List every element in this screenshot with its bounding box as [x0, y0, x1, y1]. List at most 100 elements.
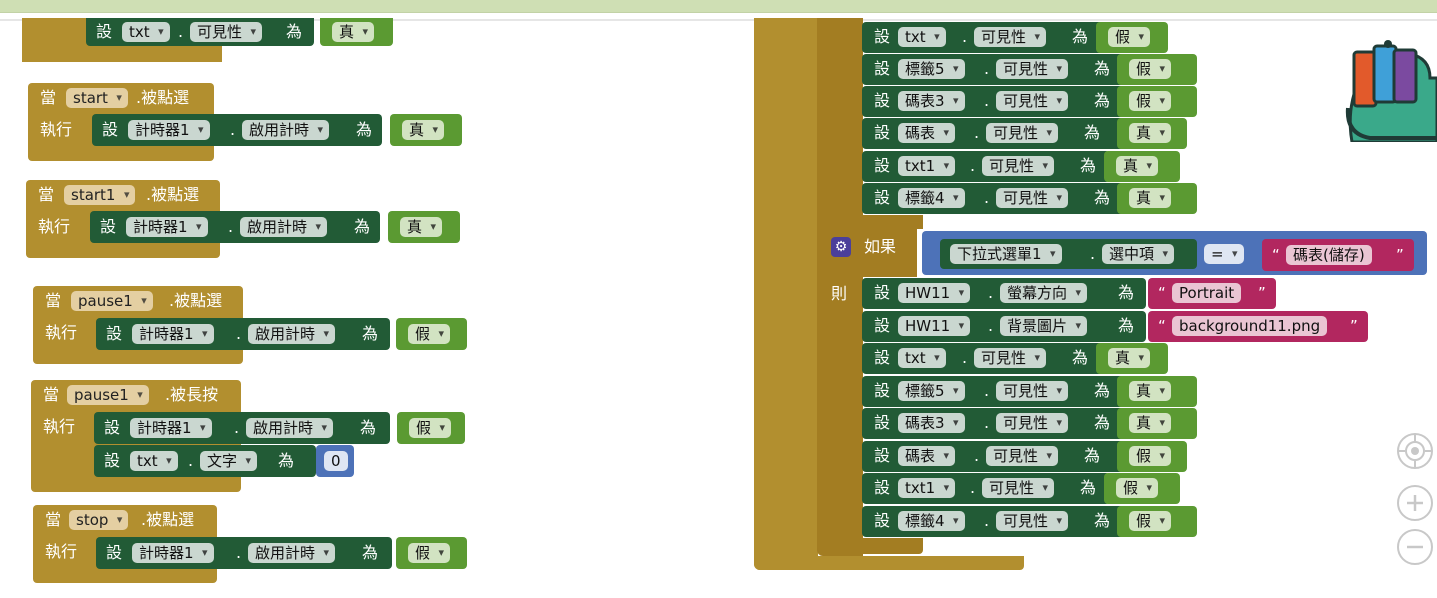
- boolean-dropdown[interactable]: 真: [402, 120, 445, 140]
- component-dropdown[interactable]: txt: [122, 22, 170, 42]
- component-dropdown[interactable]: 標籤5: [898, 59, 965, 79]
- property-dropdown[interactable]: 可見性: [996, 511, 1069, 531]
- operator-dropdown[interactable]: =: [1204, 244, 1244, 264]
- setter-block-label5-visible[interactable]: 設標籤5. 可見性 為: [862, 376, 1124, 407]
- component-dropdown[interactable]: 標籤5: [898, 381, 965, 401]
- setter-block-hw11-orientation[interactable]: 設 HW11. 螢幕方向 為: [862, 278, 1146, 309]
- boolean-block[interactable]: 真: [1096, 343, 1168, 374]
- component-dropdown[interactable]: 計時器1: [130, 418, 212, 438]
- boolean-dropdown[interactable]: 真: [332, 22, 375, 42]
- setter-block-stopwatch3-visible[interactable]: 設碼表3. 可見性 為: [862, 86, 1124, 117]
- property-dropdown[interactable]: 可見性: [996, 381, 1069, 401]
- boolean-block[interactable]: 真: [388, 211, 460, 243]
- crosshair-icon[interactable]: [1397, 433, 1433, 469]
- boolean-dropdown[interactable]: 假: [408, 543, 451, 563]
- set-timer-enabled-block[interactable]: 設 計時器1 . 啟用計時 為: [94, 412, 390, 444]
- property-dropdown[interactable]: 文字: [200, 451, 258, 471]
- event-component-dropdown[interactable]: stop: [69, 510, 129, 530]
- boolean-block[interactable]: 假: [1117, 506, 1197, 537]
- boolean-dropdown[interactable]: 真: [1129, 188, 1172, 208]
- plus-icon[interactable]: [1397, 485, 1433, 521]
- setter-block-txt1-visible[interactable]: 設 txt1. 可見性 為: [862, 473, 1110, 504]
- event-component-dropdown[interactable]: pause1: [67, 385, 149, 405]
- property-dropdown[interactable]: 可見性: [982, 156, 1055, 176]
- boolean-block[interactable]: 假: [1117, 441, 1187, 472]
- component-dropdown[interactable]: 計時器1: [128, 120, 210, 140]
- text-literal-block[interactable]: “ 碼表(儲存) ”: [1262, 239, 1414, 271]
- boolean-block[interactable]: 假: [396, 318, 467, 350]
- setter-block-label5-visible[interactable]: 設標籤5. 可見性 為: [862, 54, 1124, 85]
- component-dropdown[interactable]: 標籤4: [898, 188, 965, 208]
- boolean-block[interactable]: 假: [396, 537, 467, 569]
- setter-block-txt-visible[interactable]: 設 txt. 可見性 為: [862, 22, 1104, 53]
- property-dropdown[interactable]: 可見性: [974, 348, 1047, 368]
- component-dropdown[interactable]: 碼表: [898, 446, 956, 466]
- number-block[interactable]: 0: [316, 445, 354, 477]
- boolean-block[interactable]: 真: [390, 114, 462, 146]
- setter-block-txt1-visible[interactable]: 設 txt1. 可見性 為: [862, 151, 1110, 182]
- property-dropdown[interactable]: 可見性: [982, 478, 1055, 498]
- component-dropdown[interactable]: txt1: [898, 156, 956, 176]
- property-dropdown[interactable]: 啟用計時: [240, 217, 328, 237]
- property-dropdown[interactable]: 可見性: [974, 27, 1047, 47]
- property-dropdown[interactable]: 可見性: [986, 446, 1059, 466]
- component-dropdown[interactable]: txt: [898, 348, 946, 368]
- property-dropdown[interactable]: 啟用計時: [248, 324, 336, 344]
- set-timer-enabled-block[interactable]: 設 計時器1 . 啟用計時 為: [90, 211, 380, 243]
- component-dropdown[interactable]: HW11: [898, 316, 971, 336]
- event-component-dropdown[interactable]: pause1: [71, 291, 153, 311]
- boolean-dropdown[interactable]: 真: [1129, 381, 1172, 401]
- text-value[interactable]: Portrait: [1172, 283, 1242, 303]
- boolean-dropdown[interactable]: 真: [1108, 348, 1151, 368]
- property-dropdown[interactable]: 可見性: [996, 413, 1069, 433]
- boolean-block[interactable]: 假: [1117, 54, 1197, 85]
- boolean-dropdown[interactable]: 真: [1129, 413, 1172, 433]
- boolean-block[interactable]: 假: [1096, 22, 1168, 53]
- boolean-block[interactable]: 假: [1104, 473, 1180, 504]
- property-dropdown[interactable]: 可見性: [996, 59, 1069, 79]
- text-literal-block[interactable]: “ Portrait ”: [1148, 278, 1276, 309]
- event-component-dropdown[interactable]: start1: [64, 185, 136, 205]
- component-dropdown[interactable]: 碼表3: [898, 91, 965, 111]
- boolean-block[interactable]: 真: [1117, 376, 1197, 407]
- text-literal-block[interactable]: “ background11.png ”: [1148, 311, 1368, 342]
- property-dropdown[interactable]: 螢幕方向: [1000, 283, 1088, 303]
- boolean-block[interactable]: 真: [1117, 183, 1197, 214]
- setter-block-label4-visible[interactable]: 設標籤4. 可見性 為: [862, 506, 1124, 537]
- setter-block-txt-visible[interactable]: 設 txt. 可見性 為: [862, 343, 1104, 374]
- set-timer-enabled-block[interactable]: 設 計時器1 . 啟用計時 為: [96, 318, 390, 350]
- dropdown-selection-getter[interactable]: 下拉式選單1 . 選中項: [940, 239, 1197, 269]
- boolean-block[interactable]: 真: [1104, 151, 1180, 182]
- number-value[interactable]: 0: [324, 451, 348, 471]
- setter-block-hw11-bg_image[interactable]: 設 HW11. 背景圖片 為: [862, 311, 1146, 342]
- boolean-block[interactable]: 真: [1117, 408, 1197, 439]
- property-dropdown[interactable]: 啟用計時: [242, 120, 330, 140]
- component-dropdown[interactable]: txt: [130, 451, 178, 471]
- setter-block-stopwatch3-visible[interactable]: 設碼表3. 可見性 為: [862, 408, 1124, 439]
- property-dropdown[interactable]: 背景圖片: [1000, 316, 1088, 336]
- setter-block[interactable]: 設 txt . 可見性 為: [86, 18, 314, 46]
- boolean-dropdown[interactable]: 真: [400, 217, 443, 237]
- set-timer-enabled-block[interactable]: 設 計時器1 . 啟用計時 為: [92, 114, 382, 146]
- boolean-dropdown[interactable]: 假: [1129, 446, 1172, 466]
- component-dropdown[interactable]: 計時器1: [132, 324, 214, 344]
- component-dropdown[interactable]: txt1: [898, 478, 956, 498]
- boolean-dropdown[interactable]: 真: [1129, 123, 1172, 143]
- setter-block-stopwatch-visible[interactable]: 設碼表. 可見性 為: [862, 441, 1124, 472]
- boolean-block[interactable]: 真: [1117, 118, 1187, 149]
- boolean-block[interactable]: 真: [320, 18, 393, 46]
- component-dropdown[interactable]: 計時器1: [132, 543, 214, 563]
- setter-block-label4-visible[interactable]: 設標籤4. 可見性 為: [862, 183, 1124, 214]
- property-dropdown[interactable]: 啟用計時: [246, 418, 334, 438]
- boolean-dropdown[interactable]: 假: [1108, 27, 1151, 47]
- boolean-dropdown[interactable]: 假: [1129, 511, 1172, 531]
- component-dropdown[interactable]: 下拉式選單1: [950, 244, 1062, 264]
- boolean-dropdown[interactable]: 假: [1129, 91, 1172, 111]
- property-dropdown[interactable]: 啟用計時: [248, 543, 336, 563]
- boolean-dropdown[interactable]: 假: [409, 418, 452, 438]
- component-dropdown[interactable]: 碼表: [898, 123, 956, 143]
- boolean-dropdown[interactable]: 假: [1116, 478, 1159, 498]
- component-dropdown[interactable]: 碼表3: [898, 413, 965, 433]
- outer-event-block-bracket[interactable]: [754, 18, 818, 570]
- property-dropdown[interactable]: 可見性: [986, 123, 1059, 143]
